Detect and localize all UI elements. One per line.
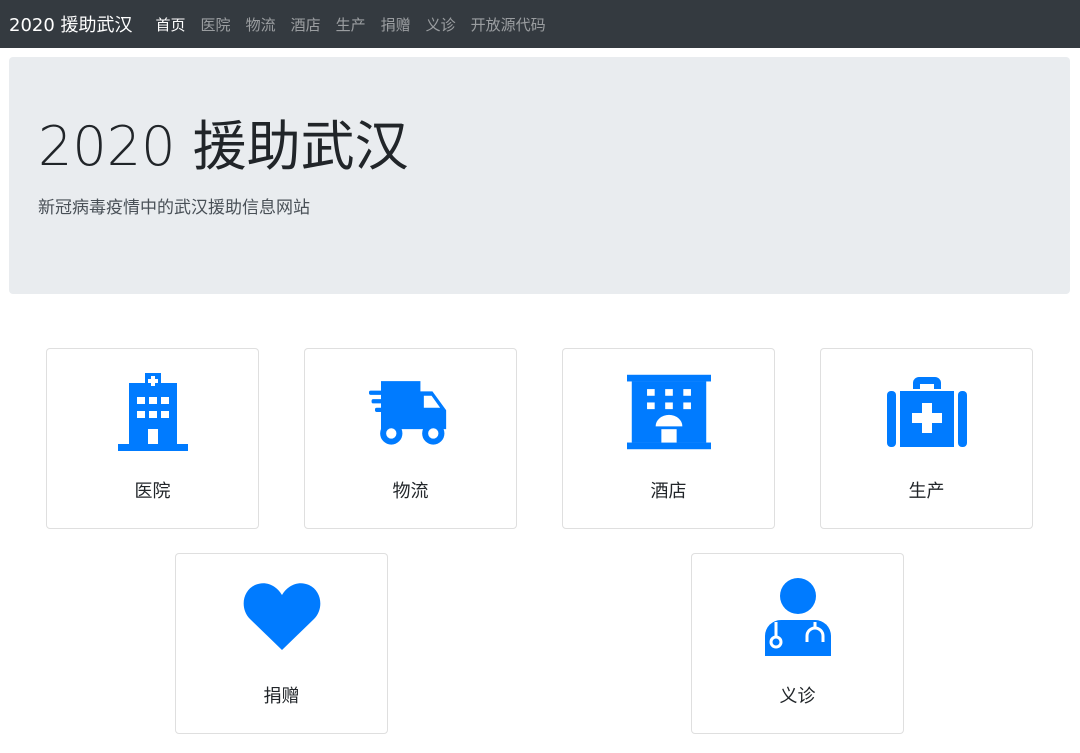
page-subtitle: 新冠病毒疫情中的武汉援助信息网站 [38, 198, 310, 218]
page-title: 2020 援助武汉 [38, 115, 409, 178]
nav-link-hotel[interactable]: 酒店 [291, 14, 321, 35]
brand-link[interactable]: 2020 援助武汉 [9, 11, 133, 37]
hospital-icon [111, 373, 195, 451]
card-hospital[interactable]: 医院 [46, 348, 259, 529]
card-label-clinic: 义诊 [779, 686, 816, 707]
card-label-logistics: 物流 [392, 481, 429, 502]
hero-jumbotron: 2020 援助武汉 新冠病毒疫情中的武汉援助信息网站 [9, 57, 1070, 294]
hotel-icon [626, 373, 711, 451]
doctor-icon [756, 578, 840, 656]
nav-link-donation[interactable]: 捐赠 [381, 14, 411, 35]
card-hotel[interactable]: 酒店 [562, 348, 775, 529]
nav-link-hospital[interactable]: 医院 [201, 14, 231, 35]
truck-icon [368, 373, 453, 451]
medkit-icon [885, 373, 969, 451]
nav-link-source-code[interactable]: 开放源代码 [471, 14, 546, 35]
card-label-hospital: 医院 [134, 481, 171, 502]
top-navbar: 2020 援助武汉 首页 医院 物流 酒店 生产 捐赠 义诊 开放源代码 [0, 0, 1080, 48]
card-donation[interactable]: 捐赠 [175, 553, 388, 734]
card-production[interactable]: 生产 [820, 348, 1033, 529]
nav-links: 首页 医院 物流 酒店 生产 捐赠 义诊 开放源代码 [156, 14, 561, 35]
nav-link-logistics[interactable]: 物流 [246, 14, 276, 35]
card-label-hotel: 酒店 [650, 481, 687, 502]
card-logistics[interactable]: 物流 [304, 348, 517, 529]
nav-link-production[interactable]: 生产 [336, 14, 366, 35]
heart-icon [240, 578, 324, 656]
card-label-donation: 捐赠 [263, 686, 300, 707]
nav-link-home[interactable]: 首页 [156, 14, 186, 35]
card-label-production: 生产 [908, 481, 945, 502]
nav-link-clinic[interactable]: 义诊 [426, 14, 456, 35]
card-clinic[interactable]: 义诊 [691, 553, 904, 734]
